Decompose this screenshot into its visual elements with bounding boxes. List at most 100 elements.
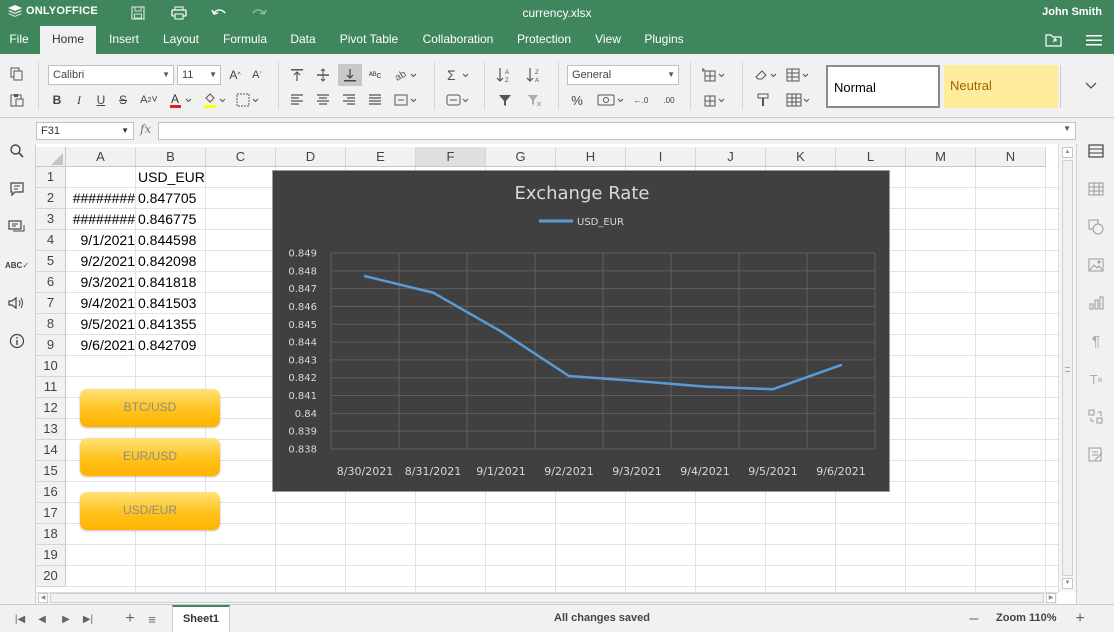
align-left-icon[interactable] xyxy=(286,90,308,110)
cell-a9[interactable]: 9/6/2021 xyxy=(67,335,136,356)
scroll-up-icon[interactable]: ▲ xyxy=(1062,147,1073,158)
increase-decimal-icon[interactable]: .00 xyxy=(658,90,680,110)
tab-insert[interactable]: Insert xyxy=(98,26,150,54)
column-header-b[interactable]: B xyxy=(136,147,206,167)
pivot-settings-icon[interactable] xyxy=(1085,406,1107,428)
font-name-select[interactable]: Calibri ▼ xyxy=(48,65,174,85)
speaker-icon[interactable] xyxy=(6,292,28,314)
cell-a8[interactable]: 9/5/2021 xyxy=(67,314,136,335)
btc-usd-button[interactable]: BTC/USD xyxy=(80,389,220,427)
column-header-f[interactable]: F xyxy=(416,147,486,167)
row-header-7[interactable]: 7 xyxy=(36,293,66,314)
row-header-18[interactable]: 18 xyxy=(36,524,66,545)
usd-eur-button[interactable]: USD/EUR xyxy=(80,492,220,530)
exchange-rate-chart[interactable]: Exchange Rate USD_EUR 0.849 0.848 0.847 0.846… xyxy=(272,170,890,492)
menu-hamburger-icon[interactable] xyxy=(1083,30,1105,50)
bold-icon[interactable]: B xyxy=(46,90,68,110)
cell-a5[interactable]: 9/2/2021 xyxy=(67,251,136,272)
scroll-down-icon[interactable]: ▼ xyxy=(1062,578,1073,589)
text-art-settings-icon[interactable]: Ta xyxy=(1085,368,1107,390)
insert-cells-icon[interactable] xyxy=(700,65,730,85)
italic-icon[interactable]: I xyxy=(68,90,90,110)
table-template-icon[interactable] xyxy=(784,90,814,110)
user-name[interactable]: John Smith xyxy=(1042,6,1102,18)
align-bottom-icon[interactable] xyxy=(338,64,362,86)
sheet-list-icon[interactable]: ≡ xyxy=(144,611,160,627)
accounting-icon[interactable] xyxy=(596,90,628,110)
horizontal-scrollbar[interactable]: ◀ ▶ xyxy=(36,592,1058,604)
sort-ascending-icon[interactable]: AZ xyxy=(494,65,516,85)
comments-icon[interactable] xyxy=(6,178,28,200)
prev-sheet-icon[interactable]: ◀ xyxy=(34,611,50,627)
column-header-i[interactable]: I xyxy=(626,147,696,167)
sheet-tab[interactable]: Sheet1 xyxy=(172,605,230,632)
print-icon[interactable] xyxy=(169,3,189,23)
paragraph-settings-icon[interactable]: ¶ xyxy=(1085,330,1107,352)
save-icon[interactable] xyxy=(128,3,148,23)
tab-layout[interactable]: Layout xyxy=(152,26,210,54)
column-header-j[interactable]: J xyxy=(696,147,766,167)
signature-settings-icon[interactable] xyxy=(1085,444,1107,466)
row-header-13[interactable]: 13 xyxy=(36,419,66,440)
align-right-icon[interactable] xyxy=(338,90,360,110)
select-all-corner[interactable] xyxy=(36,147,66,167)
row-header-14[interactable]: 14 xyxy=(36,440,66,461)
add-sheet-icon[interactable]: + xyxy=(122,610,138,627)
tab-plugins[interactable]: Plugins xyxy=(634,26,694,54)
vertical-scrollbar[interactable]: ▲ ▼ xyxy=(1058,144,1076,592)
tab-data[interactable]: Data xyxy=(280,26,326,54)
insert-function-icon[interactable]: fx xyxy=(140,122,151,136)
cell-b3[interactable]: 0.846775 xyxy=(138,209,196,230)
scroll-left-icon[interactable]: ◀ xyxy=(38,593,48,603)
row-header-19[interactable]: 19 xyxy=(36,545,66,566)
cell-b4[interactable]: 0.844598 xyxy=(138,230,196,251)
paste-icon[interactable] xyxy=(6,90,28,110)
cell-settings-icon[interactable] xyxy=(1085,140,1107,162)
column-header-h[interactable]: H xyxy=(556,147,626,167)
column-header-c[interactable]: C xyxy=(206,147,276,167)
align-middle-icon[interactable] xyxy=(312,65,334,85)
cell-a4[interactable]: 9/1/2021 xyxy=(67,230,136,251)
row-header-9[interactable]: 9 xyxy=(36,335,66,356)
decrease-font-icon[interactable]: Aˇ xyxy=(246,65,268,85)
scroll-right-icon[interactable]: ▶ xyxy=(1046,593,1056,603)
column-header-a[interactable]: A xyxy=(66,147,136,167)
cell-b2[interactable]: 0.847705 xyxy=(138,188,196,209)
row-header-10[interactable]: 10 xyxy=(36,356,66,377)
fill-color-icon[interactable] xyxy=(202,90,230,110)
merge-cells-icon[interactable] xyxy=(392,90,422,110)
tab-home[interactable]: Home xyxy=(40,26,96,54)
underline-icon[interactable]: U xyxy=(90,90,112,110)
search-icon[interactable] xyxy=(6,140,28,162)
cell-a6[interactable]: 9/3/2021 xyxy=(67,272,136,293)
tab-collaboration[interactable]: Collaboration xyxy=(412,26,504,54)
image-settings-icon[interactable] xyxy=(1085,254,1107,276)
column-header-m[interactable]: M xyxy=(906,147,976,167)
justify-icon[interactable] xyxy=(364,90,386,110)
row-header-6[interactable]: 6 xyxy=(36,272,66,293)
row-header-20[interactable]: 20 xyxy=(36,566,66,587)
tab-protection[interactable]: Protection xyxy=(506,26,582,54)
next-sheet-icon[interactable]: ▶ xyxy=(58,611,74,627)
font-color-icon[interactable]: A xyxy=(168,90,196,110)
open-location-icon[interactable] xyxy=(1043,30,1065,50)
row-header-16[interactable]: 16 xyxy=(36,482,66,503)
row-header-5[interactable]: 5 xyxy=(36,251,66,272)
column-header-n[interactable]: N xyxy=(976,147,1046,167)
delete-cells-icon[interactable] xyxy=(700,90,730,110)
format-as-table-icon[interactable] xyxy=(784,65,814,85)
cell-b1[interactable]: USD_EUR xyxy=(138,167,205,188)
clear-filter-icon[interactable] xyxy=(524,90,546,110)
column-header-e[interactable]: E xyxy=(346,147,416,167)
number-format-select[interactable]: General ▼ xyxy=(567,65,679,85)
column-header-d[interactable]: D xyxy=(276,147,346,167)
eur-usd-button[interactable]: EUR/USD xyxy=(80,438,220,476)
zoom-out-icon[interactable]: – xyxy=(966,610,982,627)
align-center-icon[interactable] xyxy=(312,90,334,110)
shape-settings-icon[interactable] xyxy=(1085,216,1107,238)
cell-a2[interactable]: ######## xyxy=(67,188,135,209)
cell-b7[interactable]: 0.841503 xyxy=(138,293,196,314)
row-header-4[interactable]: 4 xyxy=(36,230,66,251)
table-settings-icon[interactable] xyxy=(1085,178,1107,200)
tab-pivot-table[interactable]: Pivot Table xyxy=(328,26,410,54)
